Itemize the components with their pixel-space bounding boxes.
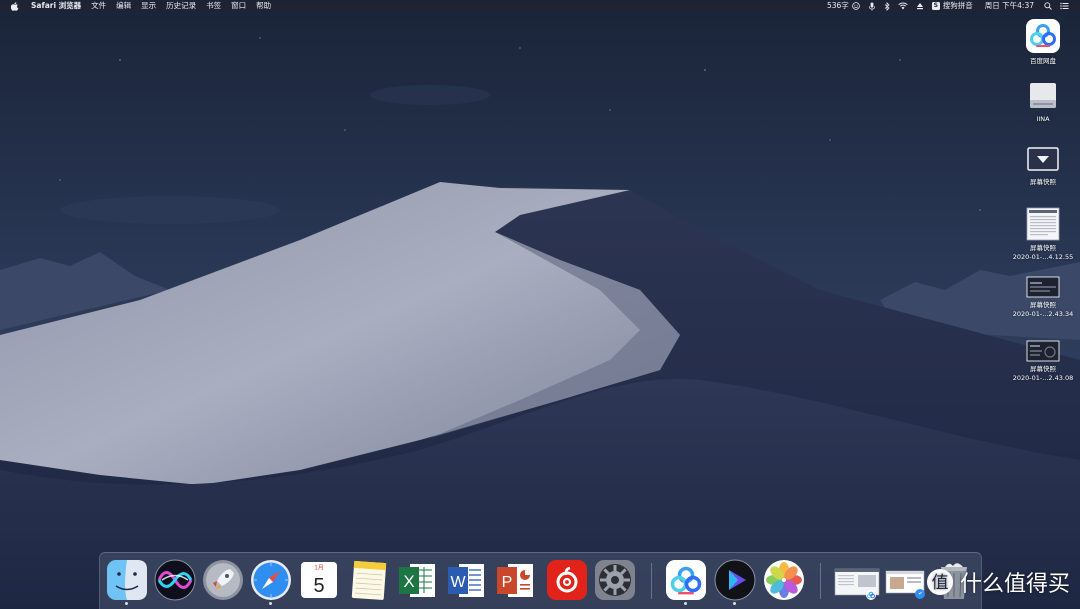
- menu-clock[interactable]: 周日 下午4:37: [985, 0, 1034, 12]
- menu-edit[interactable]: 编辑: [116, 0, 131, 12]
- microphone-icon[interactable]: [868, 2, 876, 11]
- desktop-icon-screenshot-2[interactable]: 屏幕快照 2020-01-...2.43.34: [1008, 276, 1078, 319]
- desktop-icon-screenshot-folder[interactable]: 屏幕快照: [1008, 145, 1078, 187]
- menu-app-name[interactable]: Safari 浏览器: [31, 0, 81, 12]
- desktop-wallpaper: [0, 0, 1080, 608]
- dock-item-siri[interactable]: [154, 559, 196, 601]
- dock-item-launchpad[interactable]: [202, 559, 244, 601]
- siri-icon: [154, 559, 196, 601]
- dock-item-notes[interactable]: [348, 559, 390, 601]
- svg-text:值: 值: [931, 573, 948, 593]
- window-thumbnail-icon: [885, 570, 925, 599]
- smzdm-logo-icon: 值: [926, 569, 953, 595]
- desktop-icon-screenshot-3[interactable]: 屏幕快照 2020-01-...2.43.08: [1008, 340, 1078, 383]
- disk-drive-icon: [1030, 83, 1056, 108]
- dock-item-powerpoint[interactable]: P: [494, 559, 536, 601]
- smiley-icon[interactable]: [851, 2, 860, 10]
- menu-history[interactable]: 历史记录: [166, 0, 196, 12]
- calendar-icon: 1月 5: [301, 562, 337, 598]
- finder-icon: [107, 560, 147, 600]
- running-indicator: [733, 602, 736, 605]
- ime-label: 搜狗拼音: [942, 1, 973, 10]
- dock-item-word[interactable]: W: [445, 559, 487, 601]
- wifi-icon[interactable]: [898, 2, 908, 10]
- menu-window[interactable]: 窗口: [231, 0, 246, 12]
- document-thumbnail-icon: [1026, 207, 1060, 241]
- play-icon: [714, 559, 756, 601]
- menu-file[interactable]: 文件: [91, 0, 106, 12]
- powerpoint-icon: P: [497, 564, 533, 597]
- desktop-icon-label: 百度网盘: [1030, 57, 1056, 65]
- dock-item-safari[interactable]: [250, 559, 292, 605]
- menu-bookmarks[interactable]: 书签: [206, 0, 221, 12]
- apple-icon[interactable]: [11, 1, 20, 12]
- spotlight-search-icon[interactable]: [1044, 2, 1052, 10]
- watermark: 值 什么值得买: [926, 566, 1070, 598]
- notification-center-icon[interactable]: [1060, 2, 1069, 10]
- dock-item-infuse[interactable]: [714, 559, 756, 605]
- desktop-icon-label: 屏幕快照: [1030, 244, 1056, 252]
- desktop-icon-label: 屏幕快照: [1030, 301, 1056, 309]
- dock-item-netease-music[interactable]: [546, 559, 588, 601]
- screenshot-thumbnail-icon: [1026, 276, 1060, 298]
- desktop-icon-sublabel: 2020-01-...2.43.34: [1012, 310, 1074, 318]
- desktop-icon-label: 屏幕快照: [1030, 178, 1056, 186]
- excel-letter: X: [403, 572, 414, 591]
- dock-item-baidu-netdisk[interactable]: [665, 559, 707, 605]
- gear-icon: [595, 560, 635, 600]
- screen-recording-icon: [1027, 147, 1059, 171]
- ime-icon: S: [931, 2, 940, 10]
- running-indicator: [125, 602, 128, 605]
- dock: 1月 5 X W P: [99, 552, 982, 609]
- eject-icon[interactable]: [916, 2, 924, 10]
- calendar-month: 1月: [314, 565, 324, 572]
- dock-item-system-preferences[interactable]: [594, 559, 636, 601]
- word-count-status[interactable]: 536字: [827, 0, 849, 12]
- menu-bar: Safari 浏览器 文件 编辑 显示 历史记录 书签 窗口 帮助 536字 S…: [0, 0, 1080, 12]
- baidu-netdisk-icon: [666, 560, 706, 600]
- desktop-icon-label: 屏幕快照: [1030, 365, 1056, 373]
- compass-icon: [251, 560, 291, 600]
- dock-item-minimized-window-1[interactable]: [833, 559, 881, 601]
- bluetooth-icon[interactable]: [884, 1, 890, 11]
- menu-view[interactable]: 显示: [141, 0, 156, 12]
- desktop-icon-sublabel: 2020-01-...2.43.08: [1012, 374, 1074, 382]
- ime-indicator[interactable]: S 搜狗拼音: [931, 0, 973, 12]
- netease-music-icon: [547, 560, 587, 600]
- screenshot-thumbnail-icon: [1026, 340, 1060, 362]
- baidu-netdisk-icon: [1026, 19, 1060, 53]
- dock-item-calendar[interactable]: 1月 5: [298, 559, 340, 601]
- dock-separator: [651, 563, 652, 599]
- photos-icon: [764, 560, 804, 600]
- dock-separator: [820, 563, 821, 599]
- menu-help[interactable]: 帮助: [256, 0, 271, 12]
- dock-item-excel[interactable]: X: [396, 559, 438, 601]
- notes-icon: [351, 560, 387, 600]
- powerpoint-letter: P: [502, 574, 513, 591]
- running-indicator: [269, 602, 272, 605]
- document-thumbnail-icon: [834, 568, 880, 600]
- word-icon: W: [448, 564, 484, 597]
- dock-item-photos[interactable]: [763, 559, 805, 601]
- calendar-day: 5: [313, 575, 324, 597]
- running-indicator: [684, 602, 687, 605]
- dock-item-minimized-window-2[interactable]: [884, 559, 932, 601]
- desktop-icon-sublabel: 2020-01-...4.12.55: [1012, 253, 1074, 261]
- dock-item-finder[interactable]: [106, 559, 148, 605]
- desktop-icon-iina-volume[interactable]: IINA: [1008, 80, 1078, 124]
- word-letter: W: [450, 574, 466, 591]
- watermark-text: 什么值得买: [959, 572, 1070, 597]
- desktop-icon-screenshot-1[interactable]: 屏幕快照 2020-01-...4.12.55: [1008, 207, 1078, 262]
- rocket-icon: [203, 560, 243, 600]
- desktop-icon-label: IINA: [1036, 115, 1050, 123]
- desktop-icon-baidu-netdisk[interactable]: 百度网盘: [1008, 18, 1078, 66]
- excel-icon: X: [399, 564, 435, 597]
